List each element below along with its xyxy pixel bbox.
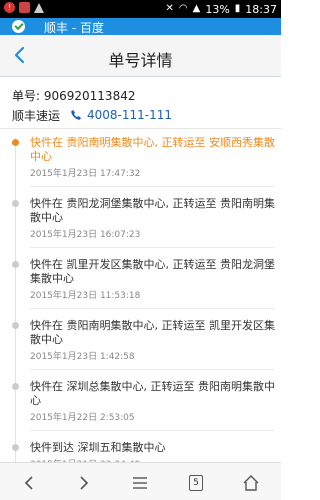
- timeline-dot: [12, 444, 19, 451]
- timeline-event: 快件在 深圳总集散中心, 正转运至 贵阳南明集散中心 2015年1月22日 2:5…: [0, 370, 281, 431]
- timeline-event: 快件在 贵阳龙洞堡集散中心, 正转运至 贵阳南明集散中心 2015年1月23日 1…: [0, 187, 281, 248]
- battery-icon: ▮: [234, 3, 241, 14]
- chevron-left-icon: [24, 476, 33, 490]
- event-time: 2015年1月23日 16:07:23: [30, 230, 141, 240]
- timeline-dot: [12, 322, 19, 329]
- browser-home-button[interactable]: [241, 473, 261, 493]
- battery-level: 13%: [205, 2, 230, 16]
- timeline-event: 快件在 凯里开发区集散中心, 正转运至 贵阳龙洞堡集散中心 2015年1月23日 …: [0, 248, 281, 309]
- carrier-name: 顺丰速运: [12, 108, 61, 123]
- browser-back-button[interactable]: [20, 473, 40, 493]
- page-title: 单号详情: [108, 51, 173, 70]
- page-header: 单号详情: [0, 35, 281, 77]
- chevron-right-icon: [80, 476, 89, 490]
- timeline-dot: [12, 200, 19, 207]
- event-description: 快件在 凯里开发区集散中心, 正转运至 贵阳龙洞堡集散中心: [30, 258, 275, 285]
- browser-tab-title[interactable]: 顺丰 - 百度: [44, 19, 104, 36]
- event-description: 快件在 贵阳南明集散中心, 正转运至 凯里开发区集散中心: [30, 319, 275, 346]
- app-notification-icon: [19, 2, 30, 13]
- menu-icon: [133, 477, 147, 489]
- browser-forward-button[interactable]: [73, 473, 93, 493]
- status-bar: ! ✕ ◠ ▲ 13% ▮ 18:37: [0, 0, 281, 18]
- event-time: 2015年1月23日 1:42:58: [30, 352, 135, 362]
- divider: [0, 128, 281, 129]
- tab-count: 5: [189, 475, 203, 491]
- browser-menu-button[interactable]: [130, 473, 150, 493]
- timeline-dot: [12, 383, 19, 390]
- wifi-icon: ◠: [178, 3, 188, 14]
- event-description: 快件到达 深圳五和集散中心: [30, 441, 166, 454]
- signal-icon: ▲: [192, 3, 201, 14]
- shipment-info: 单号: 906920113842 顺丰速运 4008-111-111: [12, 86, 172, 124]
- browser-bottom-bar: 5: [0, 462, 281, 500]
- clock: 18:37: [245, 2, 277, 16]
- browser-tab-bar[interactable]: 顺丰 - 百度: [0, 18, 281, 35]
- phone-number: 4008-111-111: [87, 108, 173, 122]
- alert-notification-icon: [34, 2, 44, 13]
- home-icon: [243, 475, 259, 491]
- browser-tabs-button[interactable]: 5: [186, 473, 206, 493]
- phone-icon: [71, 110, 82, 120]
- tracking-timeline: 快件在 贵阳南明集散中心, 正转运至 安顺西秀集散中心 2015年1月23日 17…: [0, 130, 281, 478]
- security-check-icon: [12, 20, 25, 33]
- event-time: 2015年1月23日 11:53:18: [30, 291, 141, 301]
- timeline-event: 快件在 贵阳南明集散中心, 正转运至 凯里开发区集散中心 2015年1月23日 1…: [0, 309, 281, 370]
- carrier-phone-link[interactable]: 4008-111-111: [70, 108, 172, 122]
- event-time: 2015年1月23日 17:47:32: [30, 169, 141, 179]
- event-description: 快件在 贵阳南明集散中心, 正转运至 安顺西秀集散中心: [30, 136, 275, 163]
- timeline-dot: [12, 261, 19, 268]
- event-time: 2015年1月22日 2:53:05: [30, 413, 135, 423]
- timeline-dot: [12, 139, 19, 146]
- event-description: 快件在 深圳总集散中心, 正转运至 贵阳南明集散中心: [30, 380, 275, 407]
- notification-icon: !: [4, 2, 15, 13]
- mute-icon: ✕: [165, 3, 174, 14]
- tracking-number: 单号: 906920113842: [12, 88, 136, 103]
- event-description: 快件在 贵阳龙洞堡集散中心, 正转运至 贵阳南明集散中心: [30, 197, 275, 224]
- timeline-event: 快件在 贵阳南明集散中心, 正转运至 安顺西秀集散中心 2015年1月23日 17…: [0, 130, 281, 187]
